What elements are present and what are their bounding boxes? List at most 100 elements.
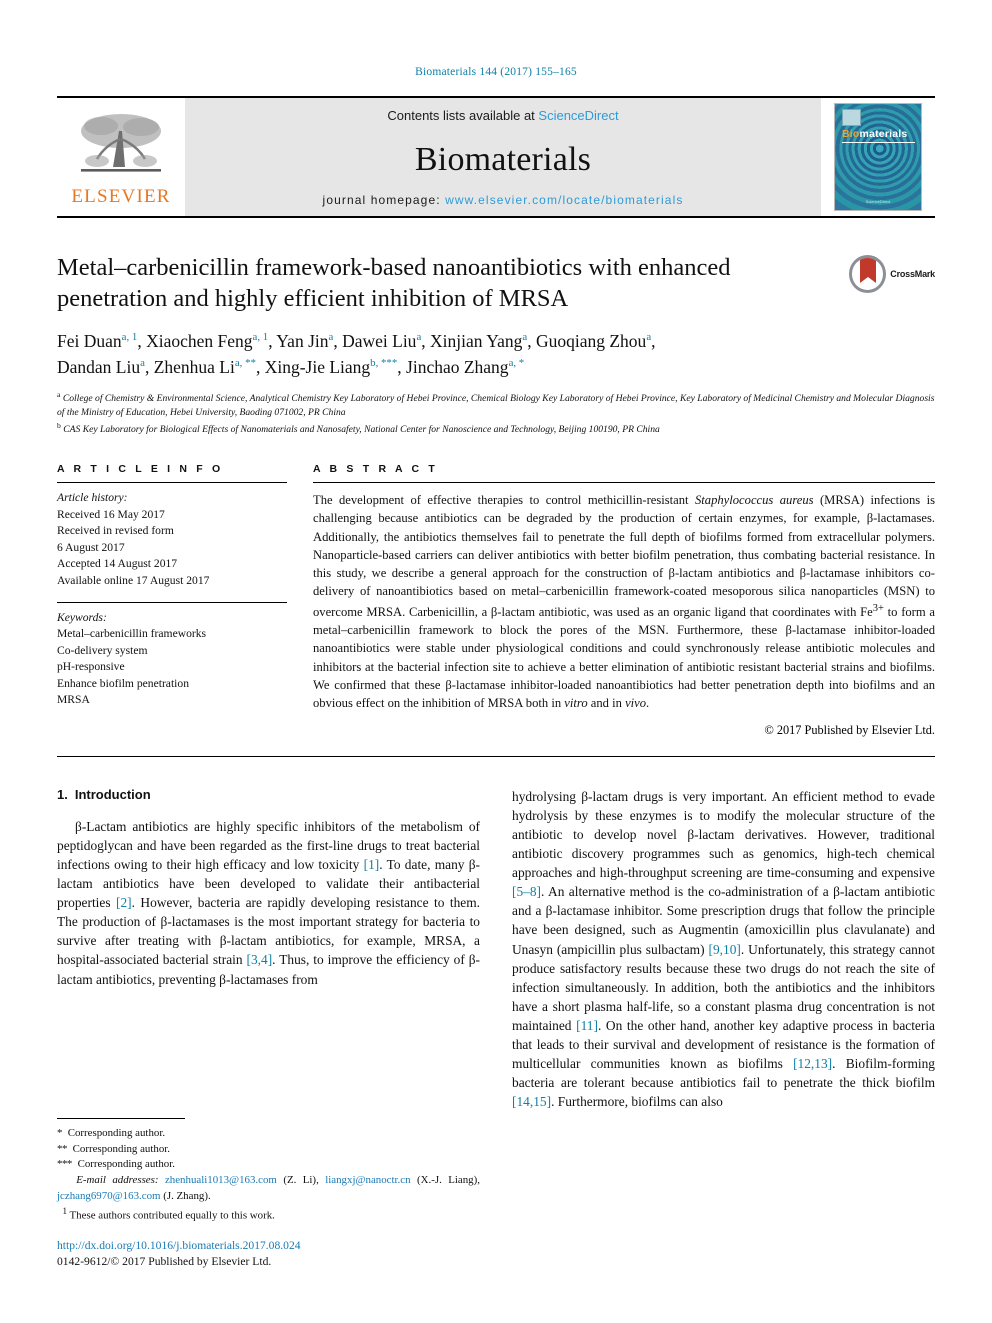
- sciencedirect-link[interactable]: ScienceDirect: [538, 108, 618, 123]
- email-owner-1: (Z. Li): [283, 1174, 317, 1187]
- keywords-body: Keywords: Metal–carbenicillin frameworks…: [57, 610, 287, 709]
- abstract-bottom-rule: [57, 756, 935, 758]
- keyword-3: Enhance biofilm penetration: [57, 676, 189, 690]
- crossmark-label: CrossMark: [890, 269, 935, 279]
- footnote-mark-1: *: [57, 1127, 62, 1139]
- footnote-corresponding-3: *** Corresponding author.: [57, 1157, 480, 1173]
- history-item-0: Received 16 May 2017: [57, 507, 165, 521]
- affiliation-text-b: CAS Key Laboratory for Biological Effect…: [63, 424, 660, 436]
- issn-copyright-line: 0142-9612/© 2017 Published by Elsevier L…: [57, 1255, 272, 1269]
- cover-publisher-mark: [842, 109, 861, 126]
- homepage-url-link[interactable]: www.elsevier.com/locate/biomaterials: [445, 193, 683, 207]
- email-link-3[interactable]: jczhang6970@163.com: [57, 1190, 160, 1202]
- author-name-7: Zhenhua Li: [153, 356, 235, 377]
- cover-title-bio: Bio: [842, 128, 860, 140]
- history-item-1: Received in revised form: [57, 524, 174, 538]
- info-abstract-row: A R T I C L E I N F O Article history: R…: [57, 463, 935, 738]
- article-history-label: Article history:: [57, 491, 128, 505]
- crossmark-badge-group[interactable]: CrossMark: [849, 254, 935, 294]
- email-owner-3: (J. Zhang): [163, 1189, 208, 1202]
- author-marks-2: a: [328, 331, 334, 344]
- cover-footer-text: ScienceDirect: [865, 199, 891, 204]
- keyword-2: pH-responsive: [57, 660, 125, 674]
- history-item-4: Available online 17 August 2017: [57, 573, 210, 587]
- abstract-text: The development of effective therapies t…: [313, 483, 935, 712]
- cover-rule: [842, 142, 915, 143]
- article-info-column: A R T I C L E I N F O Article history: R…: [57, 463, 287, 738]
- abstract-italic-3: vivo: [625, 696, 647, 710]
- abstract-part-3: to form a metal–carbenicillin framework …: [313, 604, 935, 710]
- abstract-column: A B S T R A C T The development of effec…: [313, 463, 935, 738]
- footnote-corresponding-2: ** Corresponding author.: [57, 1142, 480, 1158]
- intro-right-f: . Furthermore, biofilms can also: [551, 1093, 723, 1109]
- cover-title-materials: materials: [859, 128, 908, 140]
- affiliation-marker-a: a: [57, 389, 61, 399]
- affiliation-list: a College of Chemistry & Environmental S…: [57, 389, 935, 437]
- keyword-1: Co-delivery system: [57, 643, 148, 657]
- citation-11[interactable]: [11]: [576, 1018, 598, 1033]
- abstract-sup-1: 3+: [872, 602, 884, 614]
- section-number: 1.: [57, 787, 68, 803]
- footnote-text-2: Corresponding author.: [72, 1142, 171, 1155]
- abstract-part-2: (MRSA) infections is challenging because…: [313, 493, 935, 619]
- contents-prefix: Contents lists available at: [387, 108, 539, 123]
- author-name-2: Yan Jin: [276, 331, 329, 352]
- intro-paragraph-right: hydrolysing β-lactam drugs is very impor…: [512, 787, 935, 1111]
- footnote-text-1: Corresponding author.: [67, 1127, 166, 1139]
- author-name-8: Xing-Jie Liang: [264, 356, 371, 377]
- paper-page: Biomaterials 144 (2017) 155–165 ELSEVIER…: [0, 0, 992, 1323]
- doi-block: http://dx.doi.org/10.1016/j.biomaterials…: [57, 1238, 487, 1270]
- body-columns: 1. Introduction β-Lactam antibiotics are …: [57, 787, 935, 1111]
- footnote-equal-contribution: 1 These authors contributed equally to t…: [57, 1205, 480, 1224]
- citation-12-13[interactable]: [12,13]: [793, 1056, 832, 1071]
- author-name-3: Dawei Liu: [342, 331, 417, 352]
- body-column-right: hydrolysing β-lactam drugs is very impor…: [512, 787, 935, 1111]
- elsevier-tree-icon: [81, 113, 161, 172]
- footnote-mark-equal: 1: [62, 1205, 67, 1216]
- keyword-0: Metal–carbenicillin frameworks: [57, 627, 207, 641]
- citation-3-4[interactable]: [3,4]: [247, 952, 273, 967]
- abstract-heading: A B S T R A C T: [313, 463, 438, 476]
- footnote-emails: E-mail addresses: zhenhuali1013@163.com …: [57, 1174, 480, 1202]
- journal-cover-image: Biomaterials ScienceDirect: [834, 103, 922, 211]
- keywords-block: Keywords: Metal–carbenicillin frameworks…: [57, 601, 287, 709]
- affiliation-a: a College of Chemistry & Environmental S…: [57, 389, 935, 420]
- section-heading-introduction: 1. Introduction: [57, 787, 480, 802]
- doi-link[interactable]: http://dx.doi.org/10.1016/j.biomaterials…: [57, 1238, 487, 1254]
- author-marks-8: b, ***: [370, 356, 398, 369]
- author-marks-0: a, 1: [121, 331, 138, 344]
- intro-right-a: hydrolysing β-lactam drugs is very impor…: [512, 789, 935, 881]
- citation-1[interactable]: [1]: [364, 857, 380, 872]
- citation-5-8[interactable]: [5–8]: [512, 884, 541, 899]
- body-column-left: 1. Introduction β-Lactam antibiotics are …: [57, 787, 480, 1111]
- affiliation-text-a: College of Chemistry & Environmental Sci…: [57, 393, 935, 419]
- footnote-rule: [57, 1118, 185, 1119]
- article-history-block: Article history: Received 16 May 2017 Re…: [57, 483, 287, 589]
- contents-available-line: Contents lists available at ScienceDirec…: [387, 108, 618, 123]
- crossmark-icon: [849, 255, 887, 293]
- elsevier-wordmark: ELSEVIER: [71, 185, 171, 207]
- journal-title: Biomaterials: [414, 141, 592, 178]
- author-marks-3: a: [416, 331, 422, 344]
- author-name-1: Xiaochen Feng: [146, 331, 253, 352]
- footnote-corresponding-1: * Corresponding author.: [57, 1126, 480, 1142]
- homepage-prefix: journal homepage:: [322, 193, 446, 207]
- email-link-1[interactable]: zhenhuali1013@163.com: [165, 1174, 277, 1186]
- author-list: Fei Duana, 1, Xiaochen Fenga, 1, Yan Jin…: [57, 331, 656, 377]
- journal-masthead: ELSEVIER Contents lists available at Sci…: [57, 96, 935, 218]
- author-marks-7: a, **: [234, 356, 256, 369]
- citation-14-15[interactable]: [14,15]: [512, 1094, 551, 1109]
- author-name-5: Guoqiang Zhou: [535, 331, 647, 352]
- abstract-part-5: .: [646, 696, 650, 710]
- footnotes-block: * Corresponding author. ** Corresponding…: [57, 1118, 480, 1224]
- journal-homepage-line: journal homepage: www.elsevier.com/locat…: [323, 193, 684, 207]
- citation-9-10[interactable]: [9,10]: [709, 942, 741, 957]
- author-marks-1: a, 1: [252, 331, 269, 344]
- footnote-mark-2: **: [57, 1142, 67, 1155]
- abstract-part-4: and in: [587, 696, 626, 710]
- abstract-part-1: The development of effective therapies t…: [313, 493, 695, 508]
- citation-2[interactable]: [2]: [116, 895, 132, 910]
- keyword-4: MRSA: [57, 693, 90, 707]
- author-marks-9: a, *: [508, 356, 525, 369]
- email-link-2[interactable]: liangxj@nanoctr.cn: [325, 1174, 410, 1186]
